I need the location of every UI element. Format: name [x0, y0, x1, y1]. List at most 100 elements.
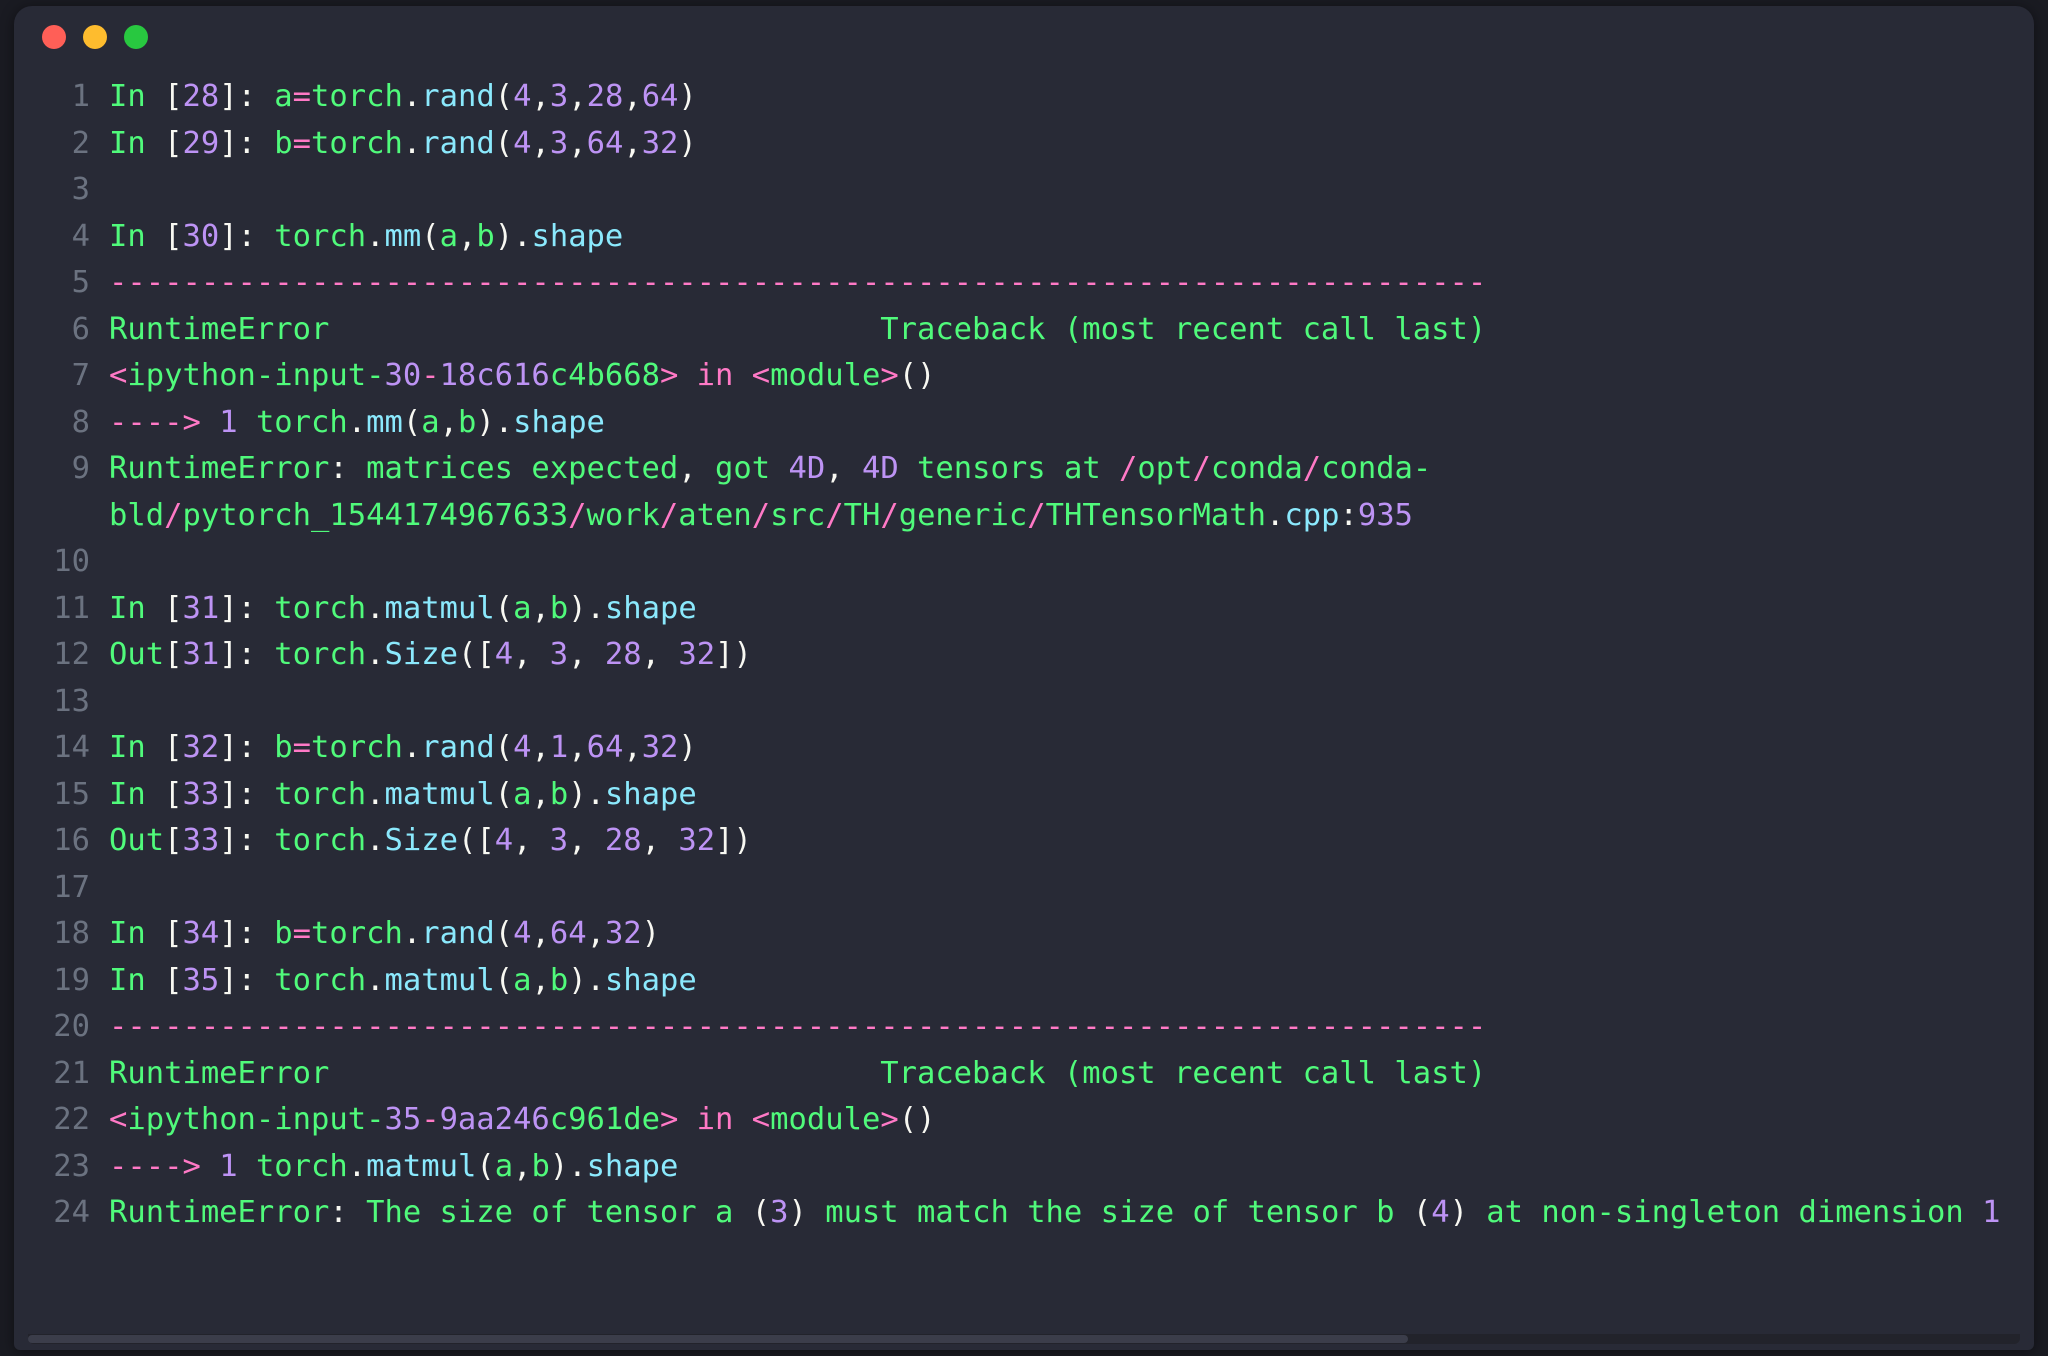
code-token: cpp	[1284, 497, 1340, 533]
horizontal-scrollbar[interactable]	[28, 1334, 2020, 1344]
horizontal-scrollbar-thumb[interactable]	[28, 1335, 1408, 1343]
code-token: 31	[182, 637, 220, 672]
code-token: ]:	[219, 962, 275, 998]
line-number: 21	[53, 1055, 90, 1091]
code-token: opt	[1137, 451, 1193, 486]
code-token: ,	[513, 637, 550, 672]
code-token: matmul	[366, 1148, 477, 1184]
window-title-bar	[14, 6, 2034, 68]
code-token: torch	[274, 637, 367, 672]
line-content: In [28]: a=torch.rand(4,3,28,64)	[90, 74, 2034, 121]
code-token: ]:	[219, 79, 275, 114]
line-content	[90, 679, 2034, 726]
code-token: Size	[384, 637, 458, 672]
code-token: ([	[457, 823, 495, 858]
code-token: 935	[1357, 497, 1413, 533]
code-token: 28	[182, 79, 220, 114]
code-token: .	[402, 79, 422, 114]
line-number: 22	[53, 1102, 90, 1137]
minimize-window-button[interactable]	[83, 25, 107, 49]
code-token: (	[494, 776, 514, 812]
code-token: )	[678, 730, 697, 765]
code-token: ,	[825, 451, 844, 486]
maximize-window-button[interactable]	[124, 25, 148, 49]
code-token: 32	[641, 125, 679, 161]
code-token: ,	[568, 79, 587, 114]
terminal-line: 19 In [35]: torch.matmul(a,b).shape	[14, 958, 2034, 1005]
close-window-button[interactable]	[42, 25, 66, 49]
code-token: [	[145, 79, 183, 114]
code-token: ,	[641, 823, 679, 858]
code-token: ,	[568, 823, 605, 858]
code-token: .	[366, 218, 385, 254]
code-token: ])	[715, 823, 752, 858]
code-token: torch	[274, 962, 367, 998]
code-token: /	[880, 497, 899, 533]
code-token: :	[1339, 497, 1358, 533]
code-token: .	[366, 637, 385, 672]
code-token: /	[568, 497, 587, 533]
code-token: shape	[531, 218, 624, 254]
code-token: 32	[678, 637, 716, 672]
code-token: (	[421, 218, 440, 254]
code-token: 3	[549, 637, 569, 672]
code-token: ).	[494, 218, 532, 254]
code-token: ).	[476, 404, 514, 440]
line-content: RuntimeError: The size of tensor a (3) m…	[90, 1190, 2034, 1237]
code-token: ,	[531, 730, 550, 765]
code-token: 64	[586, 125, 624, 161]
code-token: matmul	[384, 590, 495, 626]
code-token: ,	[531, 590, 550, 626]
code-token: [	[145, 916, 183, 951]
code-token: ,	[513, 823, 550, 858]
code-token: module	[770, 358, 881, 393]
code-token: =	[292, 916, 312, 951]
terminal-window: 1 In [28]: a=torch.rand(4,3,28,64) 2 In [29…	[14, 6, 2034, 1350]
code-token: a	[439, 218, 458, 254]
code-token: .	[366, 776, 385, 812]
code-token: ,	[568, 730, 587, 765]
code-token: ]:	[219, 218, 275, 254]
terminal-line: 23 ----> 1 torch.matmul(a,b).shape	[14, 1144, 2034, 1191]
code-token: ,	[678, 451, 697, 486]
code-token: =	[292, 730, 312, 765]
code-token: shape	[604, 962, 697, 998]
terminal-line: 18 In [34]: b=torch.rand(4,64,32)	[14, 911, 2034, 958]
code-token: 4	[513, 916, 532, 951]
code-token: <	[751, 1102, 771, 1137]
line-number: 3	[71, 172, 90, 207]
terminal-line: 11 In [31]: torch.matmul(a,b).shape	[14, 586, 2034, 633]
code-token: 32	[641, 730, 679, 765]
code-token: [	[145, 125, 183, 161]
terminal-output[interactable]: 1 In [28]: a=torch.rand(4,3,28,64) 2 In [29…	[14, 68, 2034, 1350]
line-number: 11	[53, 590, 90, 626]
code-token: .	[1265, 497, 1285, 533]
line-content: In [35]: torch.matmul(a,b).shape	[90, 958, 2034, 1005]
code-token: a	[513, 776, 532, 812]
line-content: In [31]: torch.matmul(a,b).shape	[90, 586, 2034, 633]
line-number: 14	[53, 730, 90, 765]
code-token: -	[421, 358, 440, 393]
code-token: ipython-input-	[127, 1102, 385, 1137]
line-content: ----------------------------------------…	[90, 1004, 2034, 1051]
code-token: >	[880, 358, 899, 393]
code-token: ]:	[219, 637, 275, 672]
line-number: 9	[71, 451, 90, 486]
code-token: a	[513, 962, 532, 998]
line-number: 20	[53, 1009, 90, 1044]
code-token: 4	[513, 79, 532, 114]
terminal-line: 16 Out[33]: torch.Size([4, 3, 28, 32])	[14, 818, 2034, 865]
terminal-line: 17	[14, 865, 2034, 912]
code-token: [	[145, 590, 183, 626]
code-token: rand	[421, 125, 495, 161]
code-token: src	[770, 497, 826, 533]
line-content: Out[31]: torch.Size([4, 3, 28, 32])	[90, 632, 2034, 679]
code-token: 29	[182, 125, 220, 161]
code-token: /	[751, 497, 771, 533]
code-token: =	[292, 79, 312, 114]
code-token: matmul	[384, 962, 495, 998]
code-token: mm	[366, 404, 403, 440]
code-token: 18c616	[439, 358, 550, 393]
